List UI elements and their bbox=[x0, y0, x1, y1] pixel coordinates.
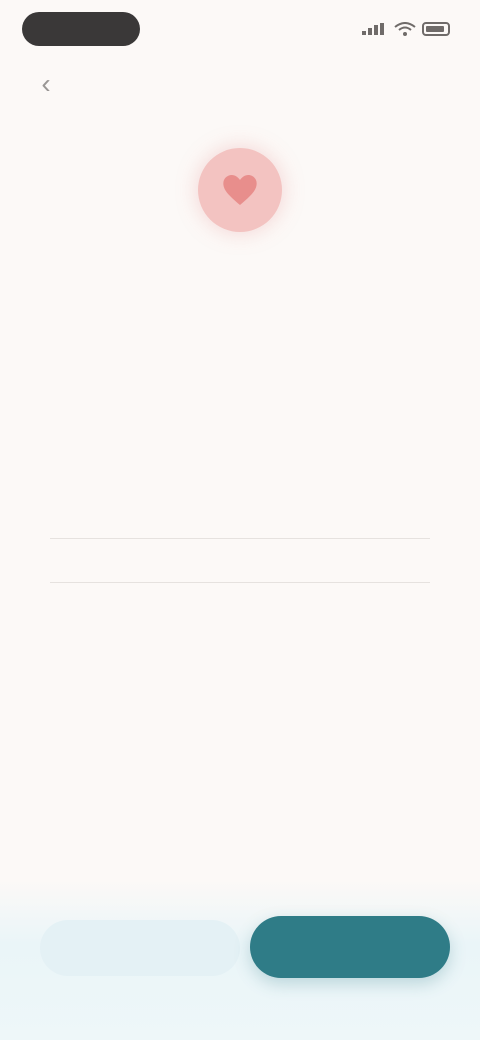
signal-icon bbox=[362, 23, 384, 35]
status-time-pill bbox=[22, 12, 140, 46]
status-bar bbox=[0, 0, 480, 60]
back-button[interactable]: ‹ bbox=[28, 66, 64, 102]
screen: ‹ bbox=[0, 0, 480, 1040]
wifi-icon bbox=[394, 22, 416, 36]
hero-icon-badge bbox=[198, 148, 282, 232]
picker-divider bbox=[50, 582, 430, 583]
secondary-button[interactable] bbox=[40, 920, 240, 976]
battery-icon bbox=[422, 22, 450, 36]
chevron-left-icon: ‹ bbox=[41, 68, 51, 99]
value-picker[interactable] bbox=[40, 460, 440, 660]
picker-divider bbox=[50, 538, 430, 539]
status-indicators bbox=[362, 22, 450, 36]
primary-button[interactable] bbox=[250, 916, 450, 978]
heart-icon bbox=[223, 175, 257, 205]
